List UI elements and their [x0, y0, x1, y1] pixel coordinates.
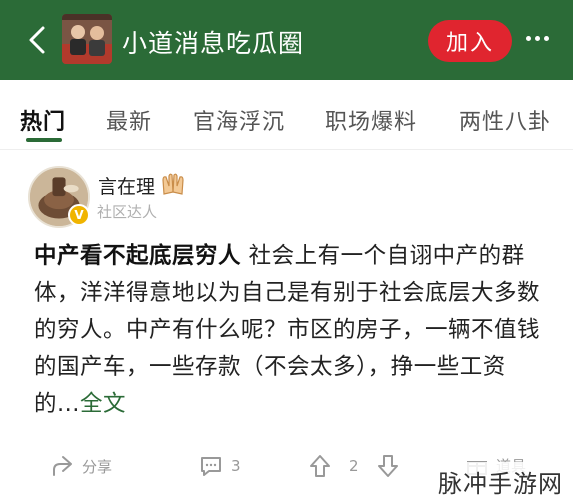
top-bar: 小道消息吃瓜圈 加入 — [0, 0, 573, 80]
read-more-link[interactable]: 全文 — [80, 391, 126, 417]
author-name[interactable]: 言在理 — [98, 172, 155, 199]
watermark: 脉冲手游网 — [432, 462, 569, 500]
tab-officialdom[interactable]: 官海浮沉 — [193, 104, 285, 136]
comment-count: 3 — [231, 457, 241, 475]
active-tab-indicator — [26, 138, 62, 142]
author-tag: 社区达人 — [97, 203, 158, 221]
join-button[interactable]: 加入 — [428, 20, 512, 62]
share-button[interactable]: 分享 — [50, 454, 112, 478]
comment-icon — [201, 457, 221, 476]
post-headline: 中产看不起底层穷人 — [34, 243, 242, 269]
vote-count: 2 — [349, 457, 359, 475]
group-avatar[interactable] — [62, 14, 112, 64]
share-icon — [53, 456, 72, 476]
post-content[interactable]: 中产看不起底层穷人 社会上有一个自诩中产的群体，洋洋得意地以为自己是有别于社会底… — [34, 238, 549, 423]
tab-workplace[interactable]: 职场爆料 — [325, 104, 417, 136]
share-label: 分享 — [82, 457, 113, 476]
back-arrow-icon[interactable] — [24, 25, 50, 55]
tab-gossip[interactable]: 两性八卦 — [459, 104, 551, 136]
group-title: 小道消息吃瓜圈 — [122, 29, 305, 58]
more-dots-icon[interactable] — [526, 36, 549, 41]
downvote-icon[interactable] — [377, 454, 399, 478]
tab-hot[interactable]: 热门 — [20, 104, 66, 136]
tab-bar: 热门 最新 官海浮沉 职场爆料 两性八卦 — [0, 80, 573, 150]
vote-controls: 2 — [309, 454, 399, 478]
verified-badge: V — [68, 204, 90, 226]
tab-latest[interactable]: 最新 — [106, 104, 152, 136]
upvote-icon[interactable] — [309, 454, 331, 478]
hands-emoji-icon — [160, 172, 186, 196]
comment-button[interactable]: 3 — [199, 454, 241, 478]
